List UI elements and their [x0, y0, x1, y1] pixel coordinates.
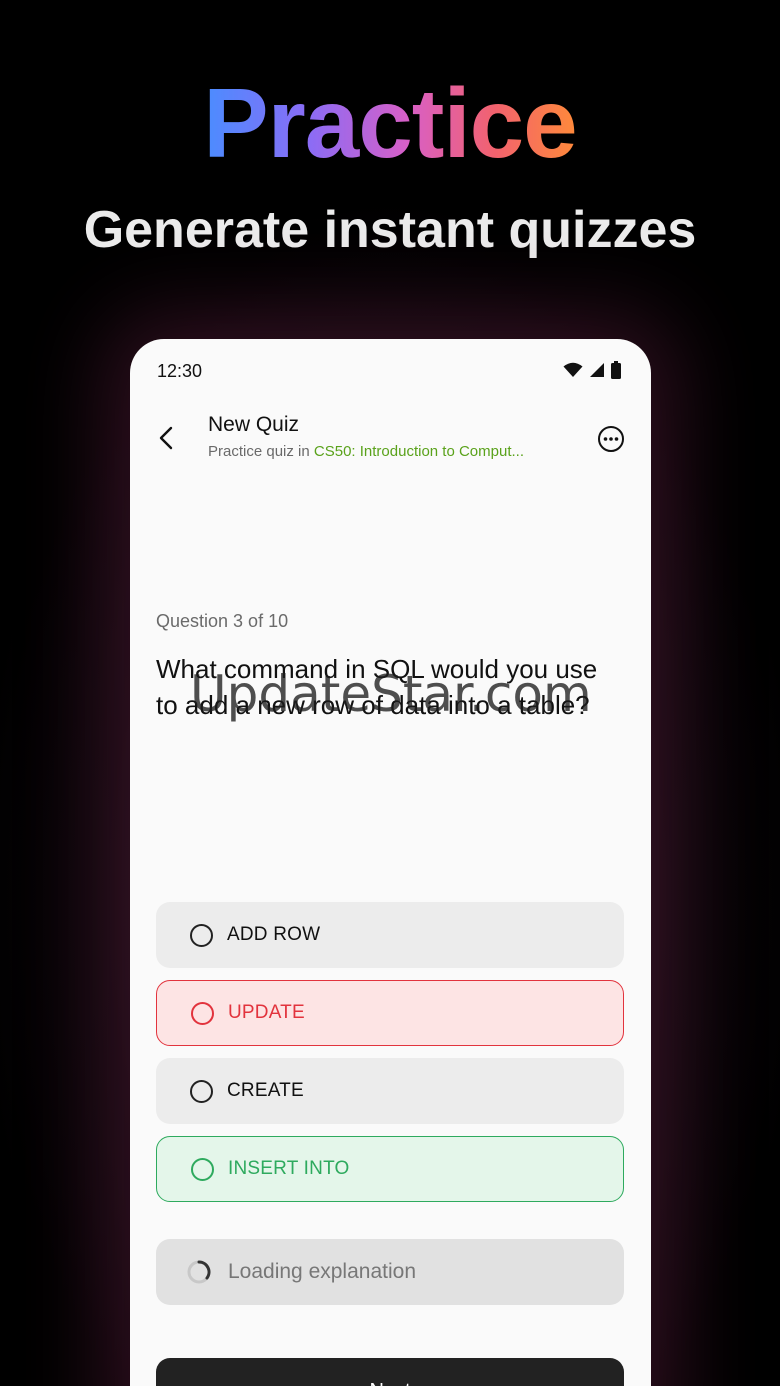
loading-spinner-icon: [187, 1260, 211, 1284]
next-button[interactable]: Next: [156, 1358, 624, 1386]
wifi-icon: [563, 362, 583, 377]
battery-icon: [611, 361, 621, 379]
hero-subtitle: Generate instant quizzes: [83, 201, 697, 259]
quiz-title: New Quiz: [208, 413, 300, 436]
more-options-icon[interactable]: [597, 425, 625, 453]
radio-circle-icon: [191, 1001, 214, 1025]
answer-label: ADD ROW: [227, 924, 321, 945]
status-icons: [563, 361, 621, 379]
explanation-panel: Loading explanation: [156, 1239, 624, 1305]
screenshot-stage: Practice Generate instant quizzes 12:30: [0, 0, 780, 1386]
radio-circle-icon: [190, 923, 213, 947]
status-time: 12:30: [157, 361, 203, 381]
answer-option-insert-into[interactable]: INSERT INTO: [156, 1136, 624, 1202]
back-arrow-icon[interactable]: [154, 425, 180, 451]
radio-circle-icon: [191, 1157, 214, 1181]
quiz-subtitle-prefix: Practice quiz in: [208, 443, 314, 460]
phone-screen: 12:30 New Quiz Practice quiz in CS50: In…: [130, 339, 651, 1386]
answer-label: INSERT INTO: [228, 1158, 350, 1179]
signal-icon: [590, 363, 604, 377]
answer-label: CREATE: [227, 1080, 304, 1101]
explanation-label: Loading explanation: [228, 1260, 416, 1283]
answer-label: UPDATE: [228, 1002, 305, 1023]
answer-option-add-row[interactable]: ADD ROW: [156, 902, 624, 968]
answer-option-create[interactable]: CREATE: [156, 1058, 624, 1124]
app-header: New Quiz Practice quiz in CS50: Introduc…: [130, 411, 651, 471]
hero-title: Practice: [203, 68, 577, 178]
quiz-subtitle: Practice quiz in CS50: Introduction to C…: [208, 443, 558, 460]
question-text: What command in SQL would you use to add…: [156, 654, 598, 720]
question-counter: Question 3 of 10: [156, 611, 289, 631]
status-bar: 12:30: [157, 359, 621, 383]
answer-option-update[interactable]: UPDATE: [156, 980, 624, 1046]
radio-circle-icon: [190, 1079, 213, 1103]
course-link[interactable]: CS50: Introduction to Comput...: [314, 443, 524, 460]
